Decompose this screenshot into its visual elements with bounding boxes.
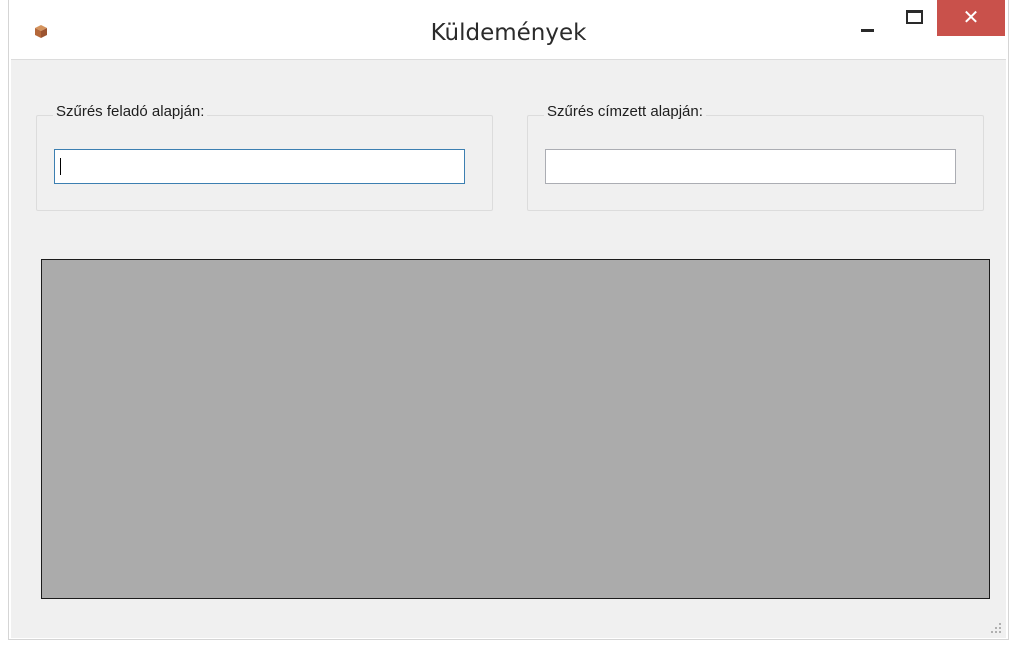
- close-button[interactable]: ✕: [937, 0, 1005, 36]
- maximize-button[interactable]: [895, 0, 935, 37]
- main-window: Küldemények ✕ Szűrés feladó alapján: Szű…: [8, 0, 1009, 640]
- close-icon: ✕: [962, 5, 980, 29]
- minimize-icon: [861, 29, 874, 32]
- text-cursor: [60, 158, 61, 175]
- recipient-filter-input[interactable]: [545, 149, 956, 184]
- sender-filter-label: Szűrés feladó alapján:: [53, 103, 208, 120]
- resize-grip-icon[interactable]: [990, 622, 1002, 634]
- package-icon: [35, 25, 47, 38]
- sender-filter-group: Szűrés feladó alapján:: [36, 103, 493, 211]
- form-client-area: Szűrés feladó alapján: Szűrés címzett al…: [11, 59, 1006, 638]
- maximize-icon: [906, 10, 923, 24]
- sender-filter-input[interactable]: [54, 149, 465, 184]
- minimize-button[interactable]: [847, 0, 887, 37]
- recipient-filter-label: Szűrés címzett alapján:: [544, 103, 706, 120]
- shipments-data-grid[interactable]: [41, 259, 990, 599]
- title-bar[interactable]: Küldemények ✕: [9, 0, 1008, 59]
- recipient-filter-group: Szűrés címzett alapján:: [527, 103, 984, 211]
